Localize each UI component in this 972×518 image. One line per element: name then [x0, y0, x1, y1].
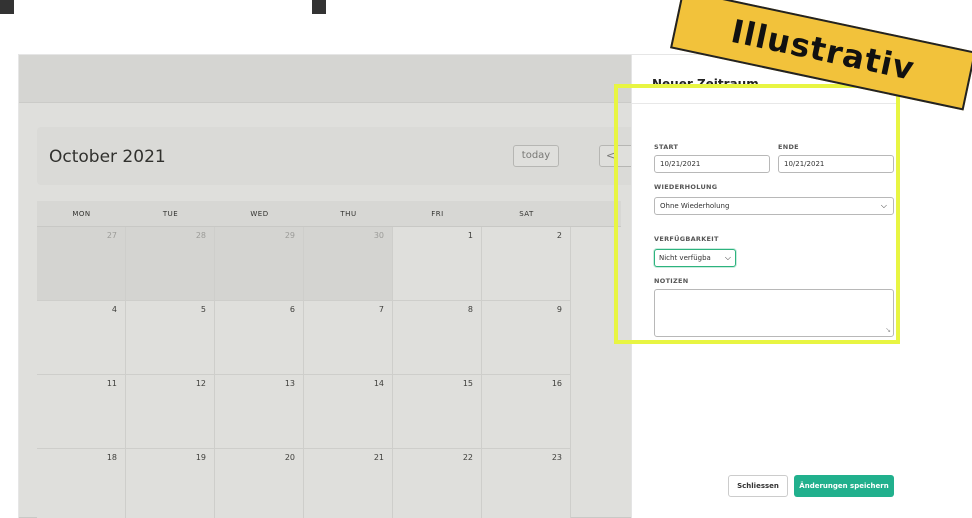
calendar-day-cell[interactable]: 15 — [393, 375, 482, 449]
notes-label: NOTIZEN — [654, 277, 689, 285]
end-label: ENDE — [778, 143, 799, 151]
day-number: 14 — [373, 379, 384, 388]
calendar-week: 27 28 29 30 1 2 — [37, 227, 621, 301]
day-number: 23 — [551, 453, 562, 462]
repeat-select-value: Ohne Wiederholung — [660, 202, 730, 210]
close-button[interactable]: Schliessen — [728, 475, 788, 497]
calendar-week: 18 19 20 21 22 23 — [37, 449, 621, 518]
calendar-day-cell[interactable]: 9 — [482, 301, 571, 375]
day-number: 29 — [284, 231, 295, 240]
calendar-day-cell[interactable]: 18 — [37, 449, 126, 518]
end-date-input[interactable]: 10/21/2021 — [778, 155, 894, 173]
calendar-day-cell[interactable]: 2 — [482, 227, 571, 301]
panel-title: Neuer Zeitraum — [652, 77, 759, 91]
save-changes-button[interactable]: Änderungen speichern — [794, 475, 894, 497]
start-label: START — [654, 143, 679, 151]
weekday-mon: MON — [72, 210, 91, 218]
calendar-day-cell[interactable]: 11 — [37, 375, 126, 449]
calendar-day-cell[interactable]: 29 — [215, 227, 304, 301]
day-number: 30 — [373, 231, 384, 240]
day-number: 6 — [289, 305, 295, 314]
calendar-day-cell[interactable]: 22 — [393, 449, 482, 518]
calendar-day-cell[interactable]: 12 — [126, 375, 215, 449]
repeat-label: WIEDERHOLUNG — [654, 183, 718, 191]
repeat-select[interactable]: Ohne Wiederholung ⌵ — [654, 197, 894, 215]
notes-textarea[interactable]: ↘ — [654, 289, 894, 337]
calendar-day-cell[interactable]: 14 — [304, 375, 393, 449]
resize-grip-icon[interactable]: ↘ — [885, 327, 891, 334]
calendar-day-cell[interactable]: 13 — [215, 375, 304, 449]
day-number: 1 — [467, 231, 473, 240]
calendar-day-cell[interactable]: 30 — [304, 227, 393, 301]
calendar-day-cell[interactable]: 7 — [304, 301, 393, 375]
weekday-thu: THU — [340, 210, 357, 218]
day-number: 15 — [462, 379, 473, 388]
calendar-day-cell[interactable]: 28 — [126, 227, 215, 301]
calendar-day-cell[interactable]: 1 — [393, 227, 482, 301]
new-period-panel: Neuer Zeitraum START 10/21/2021 ENDE 10/… — [631, 55, 900, 518]
calendar-day-cell[interactable]: 21 — [304, 449, 393, 518]
calendar-day-cell[interactable]: 5 — [126, 301, 215, 375]
weekday-tue: TUE — [162, 210, 179, 218]
day-number: 18 — [106, 453, 117, 462]
page: October 2021 today < MON TUE WED THU FRI… — [0, 0, 972, 518]
day-number: 4 — [111, 305, 117, 314]
day-number: 7 — [378, 305, 384, 314]
calendar-day-cell[interactable]: 23 — [482, 449, 571, 518]
calendar-month-title: October 2021 — [49, 147, 166, 167]
calendar-app-window: October 2021 today < MON TUE WED THU FRI… — [18, 54, 900, 518]
calendar-day-cell[interactable]: 27 — [37, 227, 126, 301]
calendar-day-cell[interactable]: 19 — [126, 449, 215, 518]
day-number: 28 — [195, 231, 206, 240]
calendar-day-cell[interactable]: 4 — [37, 301, 126, 375]
weekday-sat: SAT — [519, 210, 534, 218]
day-number: 9 — [556, 305, 562, 314]
availability-select-value: Nicht verfügba — [659, 254, 711, 262]
day-number: 19 — [195, 453, 206, 462]
calendar-header: October 2021 today < — [37, 127, 639, 185]
day-number: 8 — [467, 305, 473, 314]
weekday-header-row: MON TUE WED THU FRI SAT — [37, 201, 621, 227]
day-number: 22 — [462, 453, 473, 462]
panel-divider — [632, 103, 900, 104]
calendar-day-cell[interactable]: 8 — [393, 301, 482, 375]
calendar-day-cell[interactable]: 16 — [482, 375, 571, 449]
availability-select[interactable]: Nicht verfügba ⌵ — [654, 249, 736, 267]
calendar-grid: MON TUE WED THU FRI SAT 27 28 29 30 1 2 … — [37, 201, 621, 518]
chevron-down-icon: ⌵ — [724, 253, 731, 262]
day-number: 20 — [284, 453, 295, 462]
day-number: 5 — [200, 305, 206, 314]
day-number: 11 — [106, 379, 117, 388]
chevron-down-icon: ⌵ — [880, 201, 887, 210]
day-number: 21 — [373, 453, 384, 462]
day-number: 13 — [284, 379, 295, 388]
calendar-day-cell[interactable]: 20 — [215, 449, 304, 518]
decorative-block-left — [0, 0, 14, 14]
today-button[interactable]: today — [513, 145, 559, 167]
calendar-week: 4 5 6 7 8 9 — [37, 301, 621, 375]
day-number: 2 — [556, 231, 562, 240]
weekday-fri: FRI — [431, 210, 444, 218]
day-number: 12 — [195, 379, 206, 388]
calendar-weeks: 27 28 29 30 1 2 4 5 6 7 8 9 11 12 13 14 … — [37, 227, 621, 518]
day-number: 27 — [106, 231, 117, 240]
start-date-input[interactable]: 10/21/2021 — [654, 155, 770, 173]
weekday-wed: WED — [250, 210, 269, 218]
day-number: 16 — [551, 379, 562, 388]
decorative-block-right — [312, 0, 326, 14]
calendar-week: 11 12 13 14 15 16 — [37, 375, 621, 449]
calendar-day-cell[interactable]: 6 — [215, 301, 304, 375]
availability-label: VERFÜGBARKEIT — [654, 235, 719, 243]
